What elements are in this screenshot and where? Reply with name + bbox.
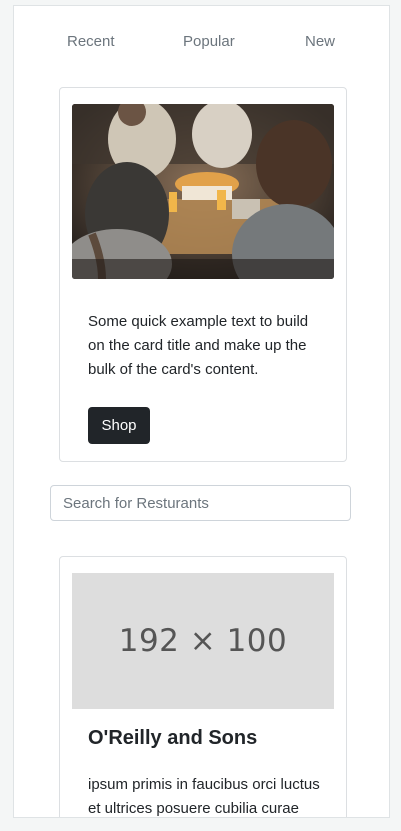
restaurant-title: O'Reilly and Sons [88, 727, 258, 749]
tab-recent[interactable]: Recent [67, 33, 115, 51]
feature-card: Some quick example text to build on the … [59, 87, 347, 462]
restaurant-description: ipsum primis in faucibus orci luctus et … [88, 776, 320, 817]
tab-popular[interactable]: Popular [183, 33, 235, 51]
placeholder-image: 192 × 100 [72, 573, 334, 709]
card-body-text: Some quick example text to build on the … [88, 313, 309, 378]
search-restaurants-input[interactable] [50, 485, 351, 521]
restaurant-card: 192 × 100 O'Reilly and Sons ipsum primis… [59, 556, 347, 817]
app-frame: Recent Popular New Some quick example te… [13, 5, 390, 818]
shop-button[interactable]: Shop [88, 407, 150, 444]
tab-new[interactable]: New [305, 33, 335, 51]
family-dinner-photo [72, 104, 334, 279]
tab-bar: Recent Popular New [14, 6, 389, 80]
